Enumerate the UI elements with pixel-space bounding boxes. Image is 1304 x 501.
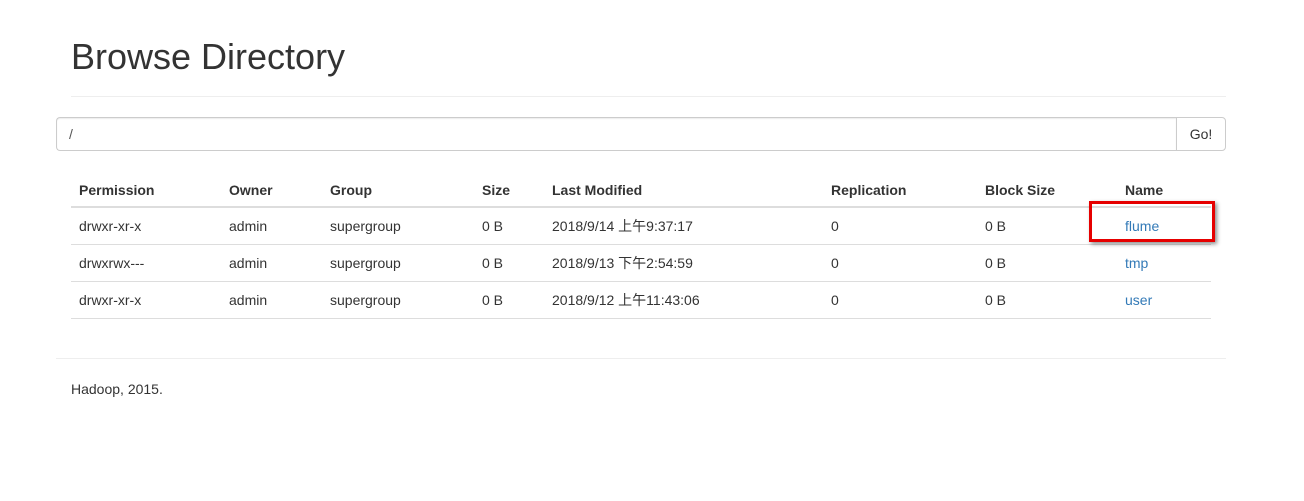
- column-header-size[interactable]: Size: [474, 170, 544, 208]
- cell-last-modified: 2018/9/13 下午2:54:59: [544, 244, 823, 282]
- cell-size: 0 B: [474, 281, 544, 319]
- directory-link-flume[interactable]: flume: [1125, 218, 1159, 234]
- page-header: Browse Directory: [71, 36, 1226, 97]
- directory-link-tmp[interactable]: tmp: [1125, 255, 1148, 271]
- cell-name: tmp: [1117, 244, 1211, 282]
- cell-replication: 0: [823, 244, 977, 282]
- footer-divider: [56, 358, 1226, 359]
- cell-replication: 0: [823, 207, 977, 245]
- path-search-group: Go!: [56, 117, 1226, 151]
- table-row: drwxr-xr-x admin supergroup 0 B 2018/9/1…: [71, 207, 1211, 245]
- cell-owner: admin: [221, 281, 322, 319]
- column-header-group[interactable]: Group: [322, 170, 474, 208]
- cell-owner: admin: [221, 207, 322, 245]
- page: Browse Directory Go! Permission Owner Gr…: [0, 0, 1304, 501]
- table-row: drwxrwx--- admin supergroup 0 B 2018/9/1…: [71, 244, 1211, 282]
- go-button[interactable]: Go!: [1176, 117, 1226, 151]
- cell-name: flume: [1117, 207, 1211, 245]
- cell-last-modified: 2018/9/14 上午9:37:17: [544, 207, 823, 245]
- cell-block-size: 0 B: [977, 244, 1117, 282]
- column-header-owner[interactable]: Owner: [221, 170, 322, 208]
- column-header-name[interactable]: Name: [1117, 170, 1211, 208]
- cell-permission: drwxr-xr-x: [71, 207, 221, 245]
- directory-table: Permission Owner Group Size Last Modifie…: [71, 170, 1211, 319]
- column-header-block-size[interactable]: Block Size: [977, 170, 1117, 208]
- cell-size: 0 B: [474, 244, 544, 282]
- cell-owner: admin: [221, 244, 322, 282]
- page-title: Browse Directory: [71, 36, 346, 77]
- directory-path-input[interactable]: [56, 117, 1176, 151]
- footer-text: Hadoop, 2015.: [71, 381, 163, 397]
- cell-group: supergroup: [322, 281, 474, 319]
- cell-name: user: [1117, 281, 1211, 319]
- cell-last-modified: 2018/9/12 上午11:43:06: [544, 281, 823, 319]
- cell-permission: drwxrwx---: [71, 244, 221, 282]
- table-header-row: Permission Owner Group Size Last Modifie…: [71, 170, 1211, 208]
- cell-group: supergroup: [322, 244, 474, 282]
- cell-size: 0 B: [474, 207, 544, 245]
- column-header-replication[interactable]: Replication: [823, 170, 977, 208]
- table-row: drwxr-xr-x admin supergroup 0 B 2018/9/1…: [71, 281, 1211, 319]
- cell-block-size: 0 B: [977, 281, 1117, 319]
- cell-block-size: 0 B: [977, 207, 1117, 245]
- column-header-permission[interactable]: Permission: [71, 170, 221, 208]
- column-header-last-modified[interactable]: Last Modified: [544, 170, 823, 208]
- cell-replication: 0: [823, 281, 977, 319]
- directory-table-container: Permission Owner Group Size Last Modifie…: [71, 170, 1211, 319]
- cell-group: supergroup: [322, 207, 474, 245]
- cell-permission: drwxr-xr-x: [71, 281, 221, 319]
- directory-link-user[interactable]: user: [1125, 292, 1152, 308]
